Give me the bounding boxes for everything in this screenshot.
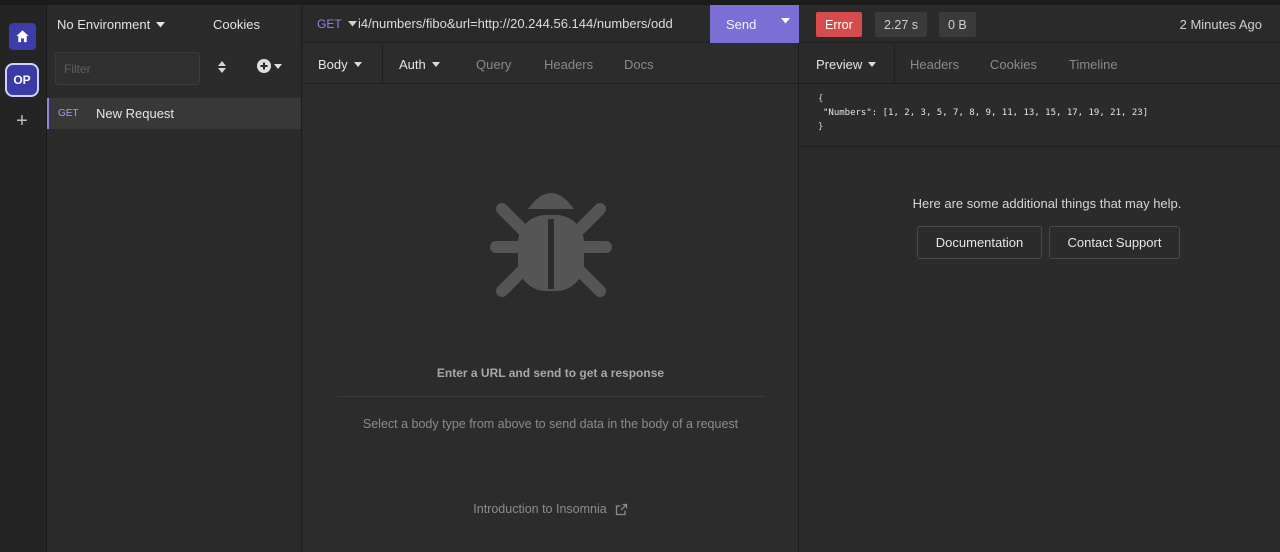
chevron-down-icon	[868, 62, 877, 67]
request-list-item[interactable]: GET New Request	[47, 98, 301, 129]
chevron-down-icon	[156, 21, 166, 27]
method-label: GET	[317, 17, 342, 31]
response-tabs: Preview Headers Cookies Timeline	[799, 43, 1280, 84]
intro-link-label: Introduction to Insomnia	[473, 502, 607, 516]
bug-icon	[490, 193, 612, 297]
response-pane: Error 2.27 s 0 B 2 Minutes Ago Preview H…	[799, 5, 1280, 552]
home-button[interactable]	[9, 23, 36, 50]
empty-state-title: Enter a URL and send to get a response	[436, 366, 665, 380]
chevron-down-icon	[347, 21, 357, 27]
chevron-down-icon[interactable]	[781, 18, 790, 24]
empty-state-hint: Select a body type from above to send da…	[362, 417, 739, 431]
external-link-icon	[615, 503, 627, 515]
response-history-button[interactable]: 2 Minutes Ago	[1180, 17, 1262, 32]
divider	[337, 396, 765, 397]
send-label: Send	[726, 16, 757, 32]
tab-auth-label: Auth	[399, 57, 426, 72]
tab-timeline[interactable]: Timeline	[1069, 57, 1118, 72]
tab-docs[interactable]: Docs	[624, 57, 654, 72]
json-line: {	[818, 94, 824, 104]
response-body-preview[interactable]: { "Numbers": [1, 2, 3, 5, 7, 8, 9, 11, 1…	[799, 84, 1280, 147]
tab-response-cookies[interactable]: Cookies	[990, 57, 1037, 72]
request-tabs: Body Auth Query Headers Docs	[302, 43, 799, 84]
tab-preview-label: Preview	[816, 57, 863, 72]
response-status-bar: Error 2.27 s 0 B 2 Minutes Ago	[799, 5, 1280, 43]
url-bar: GET i4/numbers/fibo&url=http://20.244.56…	[302, 5, 799, 43]
add-request-button[interactable]	[257, 59, 282, 73]
response-time-badge: 2.27 s	[875, 12, 928, 37]
tab-divider	[894, 43, 895, 84]
request-method-badge: GET	[58, 108, 79, 119]
intro-to-insomnia-link[interactable]: Introduction to Insomnia	[302, 502, 799, 516]
environment-label: No Environment	[57, 17, 151, 32]
sort-icon	[218, 61, 226, 73]
workspace-rail: OP +	[0, 5, 47, 552]
url-input[interactable]: i4/numbers/fibo&url=http://20.244.56.144…	[358, 16, 698, 31]
home-icon	[16, 30, 29, 43]
documentation-button[interactable]: Documentation	[917, 226, 1042, 259]
chevron-down-icon	[353, 62, 362, 67]
tab-body[interactable]: Body	[318, 57, 362, 72]
tab-divider	[382, 43, 383, 84]
cookies-button[interactable]: Cookies	[213, 17, 260, 32]
chevron-down-icon	[431, 62, 440, 67]
tab-response-headers[interactable]: Headers	[910, 57, 959, 72]
help-text: Here are some additional things that may…	[912, 196, 1182, 211]
request-sidebar: No Environment Cookies GET New Request	[47, 5, 302, 552]
tab-auth[interactable]: Auth	[399, 57, 440, 72]
environment-selector[interactable]: No Environment	[57, 17, 166, 32]
filter-input[interactable]	[55, 52, 200, 85]
status-badge: Error	[816, 12, 862, 37]
add-workspace-button[interactable]: +	[12, 111, 32, 131]
sort-button[interactable]	[215, 60, 229, 78]
json-line: "Numbers": [1, 2, 3, 5, 7, 8, 9, 11, 13,…	[823, 108, 1149, 118]
contact-support-button[interactable]: Contact Support	[1049, 226, 1180, 259]
tab-query[interactable]: Query	[476, 57, 511, 72]
method-selector[interactable]: GET	[317, 17, 357, 31]
tab-preview[interactable]: Preview	[816, 57, 877, 72]
chevron-down-icon	[274, 63, 282, 69]
tab-headers[interactable]: Headers	[544, 57, 593, 72]
plus-circle-icon	[257, 59, 271, 73]
request-name: New Request	[96, 106, 175, 121]
json-line: }	[818, 122, 824, 132]
workspace-avatar-button[interactable]: OP	[5, 63, 39, 97]
response-size-badge: 0 B	[939, 12, 976, 37]
send-button[interactable]: Send	[710, 5, 799, 43]
tab-body-label: Body	[318, 57, 348, 72]
request-pane: GET i4/numbers/fibo&url=http://20.244.56…	[302, 5, 799, 552]
